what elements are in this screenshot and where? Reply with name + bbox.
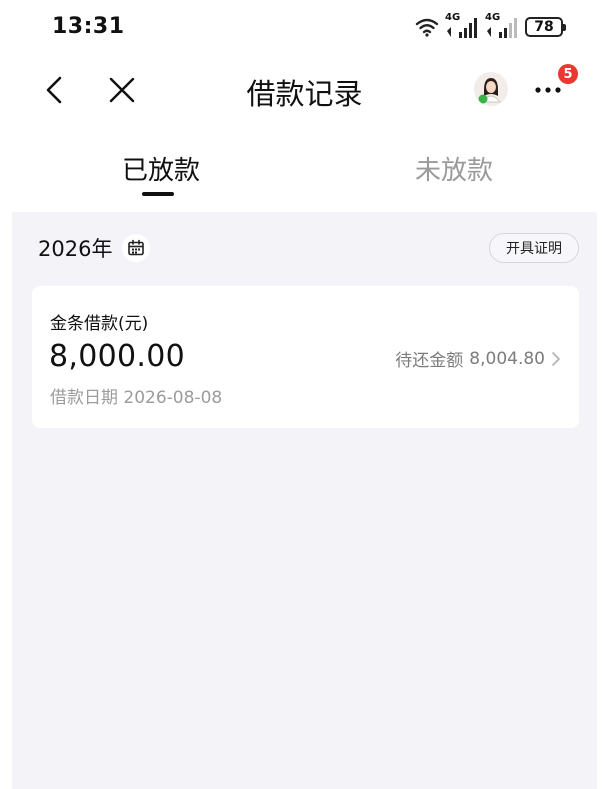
pending-amount: 8,004.80 bbox=[469, 348, 545, 369]
nav-bar: 借款记录 5 bbox=[0, 54, 609, 126]
tab-indicator bbox=[142, 192, 174, 196]
wifi-icon bbox=[415, 18, 439, 37]
year-filter-row: 2026年 开具证明 bbox=[12, 212, 597, 282]
loan-product-label: 金条借款(元) bbox=[50, 314, 149, 334]
page-title: 借款记录 bbox=[246, 77, 363, 111]
signal-icon: 4G bbox=[445, 12, 479, 39]
status-icons: 4G 4G 78 bbox=[415, 12, 566, 40]
tab-bar: 已放款 未放款 bbox=[0, 126, 609, 212]
tab-disbursed[interactable]: 已放款 bbox=[122, 150, 200, 187]
notification-badge: 5 bbox=[558, 64, 578, 84]
issue-certificate-button[interactable]: 开具证明 bbox=[489, 233, 579, 263]
loan-amount: 8,000.00 bbox=[49, 339, 185, 374]
year-selector[interactable]: 2026年 bbox=[38, 233, 112, 263]
chevron-right-icon bbox=[552, 351, 560, 366]
signal-icon-2: 4G bbox=[485, 12, 519, 39]
records-panel: 2026年 开具证明 金条借款(元) 8,000.00 待还金额 8,004.8… bbox=[12, 212, 597, 789]
status-bar: 13:31 4G 4G 78 bbox=[0, 0, 609, 54]
status-time: 13:31 bbox=[52, 14, 125, 39]
loan-date: 2026-08-08 bbox=[123, 388, 223, 408]
battery-level: 78 bbox=[534, 19, 554, 35]
battery-indicator: 78 bbox=[525, 17, 566, 37]
loan-date-label: 借款日期 bbox=[50, 388, 118, 408]
tab-not-disbursed[interactable]: 未放款 bbox=[415, 150, 493, 187]
avatar[interactable] bbox=[474, 72, 508, 106]
loan-date-row: 借款日期 2026-08-08 bbox=[50, 383, 222, 408]
pending-label: 待还金额 bbox=[395, 351, 464, 371]
calendar-icon[interactable] bbox=[122, 234, 150, 262]
loan-record-card[interactable]: 金条借款(元) 8,000.00 待还金额 8,004.80 借款日期 2026… bbox=[32, 286, 579, 428]
pending-repayment[interactable]: 待还金额 8,004.80 bbox=[395, 346, 561, 371]
